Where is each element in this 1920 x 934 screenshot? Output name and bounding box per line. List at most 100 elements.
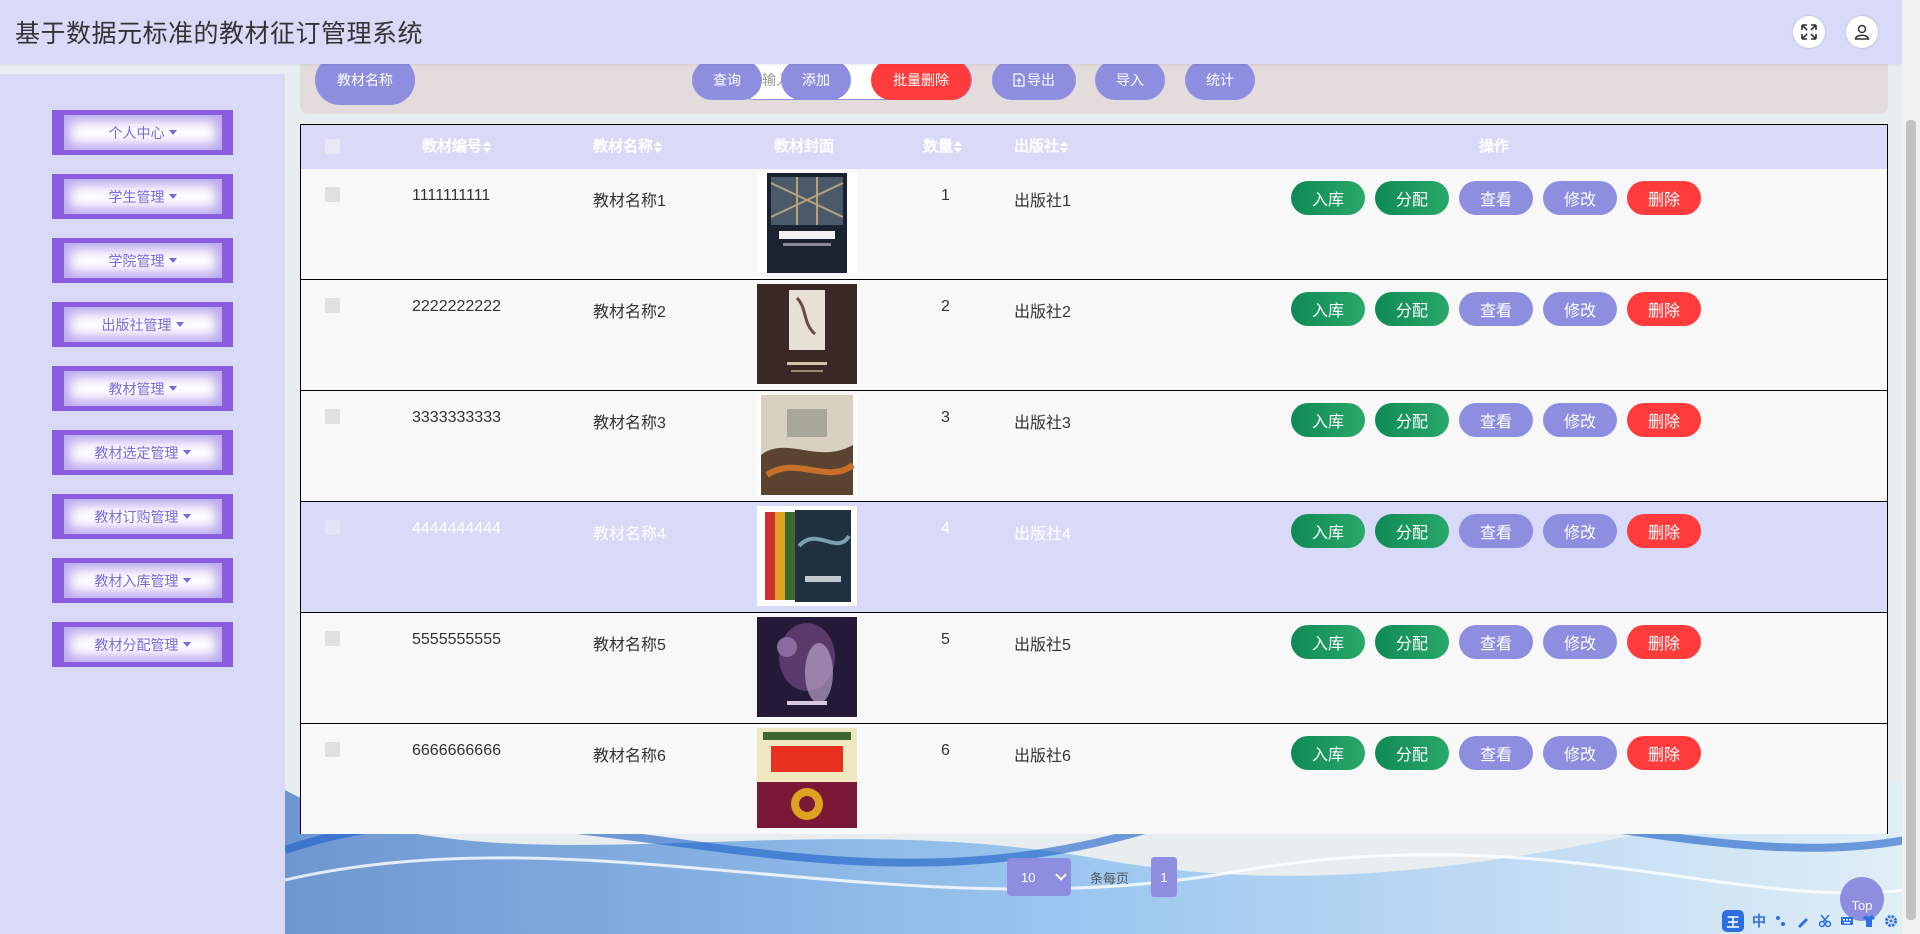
chevron-down-icon: [182, 514, 191, 519]
view-button[interactable]: 查看: [1459, 292, 1533, 326]
cell-publisher: 出版社4: [1014, 526, 1071, 543]
sidebar-item-label: 个人中心: [108, 124, 165, 141]
edit-button[interactable]: 修改: [1543, 403, 1617, 437]
assign-button[interactable]: 分配: [1375, 514, 1449, 548]
scissors-icon[interactable]: [1818, 914, 1832, 928]
col-publisher[interactable]: 出版社: [1014, 125, 1069, 169]
cell-code: 4444444444: [412, 520, 501, 537]
app-title: 基于数据元标准的教材征订管理系统: [15, 20, 424, 48]
batch-delete-button[interactable]: 批量删除: [871, 60, 971, 100]
edit-button[interactable]: 修改: [1543, 292, 1617, 326]
sidebar-item-students[interactable]: 学生管理: [52, 174, 233, 219]
cell-qty: 1: [941, 187, 950, 204]
page-button-current[interactable]: 1: [1151, 857, 1177, 897]
delete-button[interactable]: 删除: [1627, 403, 1701, 437]
assign-button[interactable]: 分配: [1375, 181, 1449, 215]
sort-icon: [1060, 141, 1069, 154]
delete-button[interactable]: 删除: [1627, 514, 1701, 548]
chevron-down-icon: [175, 322, 184, 327]
keyboard-icon[interactable]: [1840, 914, 1854, 928]
cell-publisher: 出版社1: [1014, 193, 1071, 210]
gear-icon[interactable]: [1884, 914, 1898, 928]
view-button[interactable]: 查看: [1459, 403, 1533, 437]
sidebar-item-colleges[interactable]: 学院管理: [52, 238, 233, 283]
assign-button[interactable]: 分配: [1375, 625, 1449, 659]
sidebar-item-textbook-stock-in[interactable]: 教材入库管理: [52, 558, 233, 603]
cell-qty: 4: [941, 520, 950, 537]
sidebar-item-textbook-selection[interactable]: 教材选定管理: [52, 430, 233, 475]
row-checkbox[interactable]: [325, 187, 340, 202]
sidebar-item-personal-center[interactable]: 个人中心: [52, 110, 233, 155]
chevron-down-icon: [168, 258, 177, 263]
sidebar-item-textbook-assignment[interactable]: 教材分配管理: [52, 622, 233, 667]
delete-button[interactable]: 删除: [1627, 625, 1701, 659]
cell-publisher: 出版社5: [1014, 637, 1071, 654]
user-icon[interactable]: [1846, 16, 1878, 48]
view-button[interactable]: 查看: [1459, 736, 1533, 770]
pen-icon[interactable]: [1796, 914, 1810, 928]
view-button[interactable]: 查看: [1459, 181, 1533, 215]
sidebar-item-label: 学生管理: [108, 188, 165, 205]
chevron-down-icon: [1055, 869, 1067, 881]
cell-publisher: 出版社3: [1014, 415, 1071, 432]
cell-qty: 5: [941, 631, 950, 648]
col-ops: 操作: [1479, 138, 1510, 155]
sidebar-item-publishers[interactable]: 出版社管理: [52, 302, 233, 347]
stock-in-button[interactable]: 入库: [1291, 736, 1365, 770]
sort-icon: [654, 141, 663, 154]
cover-image: [757, 506, 857, 606]
stock-in-button[interactable]: 入库: [1291, 181, 1365, 215]
ime-mode-label[interactable]: 中: [1752, 911, 1766, 931]
table-row: 2222222222 教材名称2 2 出版社2 入库 分配 查看 修改 删除: [301, 279, 1887, 390]
add-button[interactable]: 添加: [781, 60, 851, 100]
top-header: 基于数据元标准的教材征订管理系统: [0, 0, 1902, 64]
assign-button[interactable]: 分配: [1375, 403, 1449, 437]
view-button[interactable]: 查看: [1459, 625, 1533, 659]
delete-button[interactable]: 删除: [1627, 292, 1701, 326]
delete-button[interactable]: 删除: [1627, 181, 1701, 215]
select-all-checkbox[interactable]: [325, 139, 340, 154]
row-checkbox[interactable]: [325, 409, 340, 424]
query-button[interactable]: 查询: [692, 60, 762, 100]
assign-button[interactable]: 分配: [1375, 292, 1449, 326]
edit-button[interactable]: 修改: [1543, 514, 1617, 548]
page-size-select[interactable]: 10: [1007, 858, 1071, 896]
col-qty[interactable]: 数量: [923, 125, 963, 169]
cell-code: 3333333333: [412, 409, 501, 426]
sidebar-item-textbook-orders[interactable]: 教材订购管理: [52, 494, 233, 539]
edit-button[interactable]: 修改: [1543, 736, 1617, 770]
ime-logo-icon[interactable]: 王: [1722, 910, 1744, 932]
row-checkbox[interactable]: [325, 520, 340, 535]
page-scrollbar[interactable]: [1902, 0, 1920, 934]
fullscreen-icon[interactable]: [1793, 16, 1825, 48]
delete-button[interactable]: 删除: [1627, 736, 1701, 770]
table-row: 1111111111 教材名称1 1 出版社1 入库 分配 查看 修改 删除: [301, 169, 1887, 279]
sidebar-item-label: 教材管理: [108, 380, 165, 397]
edit-button[interactable]: 修改: [1543, 625, 1617, 659]
sidebar-item-textbooks[interactable]: 教材管理: [52, 366, 233, 411]
punctuation-icon[interactable]: [1774, 914, 1788, 928]
cover-image: [757, 284, 857, 384]
col-code[interactable]: 教材编号: [422, 125, 492, 169]
table-row: 3333333333 教材名称3 3 出版社3 入库 分配 查看 修改 删除: [301, 390, 1887, 501]
export-icon: [1013, 73, 1025, 87]
row-checkbox[interactable]: [325, 742, 340, 757]
stock-in-button[interactable]: 入库: [1291, 514, 1365, 548]
view-button[interactable]: 查看: [1459, 514, 1533, 548]
cell-publisher: 出版社6: [1014, 748, 1071, 765]
export-label: 导出: [1027, 72, 1055, 88]
col-name[interactable]: 教材名称: [593, 125, 663, 169]
stock-in-button[interactable]: 入库: [1291, 625, 1365, 659]
row-checkbox[interactable]: [325, 631, 340, 646]
stats-button[interactable]: 统计: [1185, 60, 1255, 100]
stock-in-button[interactable]: 入库: [1291, 292, 1365, 326]
export-button[interactable]: 导出: [992, 60, 1076, 100]
scrollbar-thumb[interactable]: [1906, 120, 1916, 920]
edit-button[interactable]: 修改: [1543, 181, 1617, 215]
row-checkbox[interactable]: [325, 298, 340, 313]
stock-in-button[interactable]: 入库: [1291, 403, 1365, 437]
import-button[interactable]: 导入: [1095, 60, 1165, 100]
assign-button[interactable]: 分配: [1375, 736, 1449, 770]
table-row: 4444444444 教材名称4 4 出版社4 入库 分配 查看 修改 删除: [301, 501, 1887, 612]
shirt-icon[interactable]: [1862, 914, 1876, 928]
